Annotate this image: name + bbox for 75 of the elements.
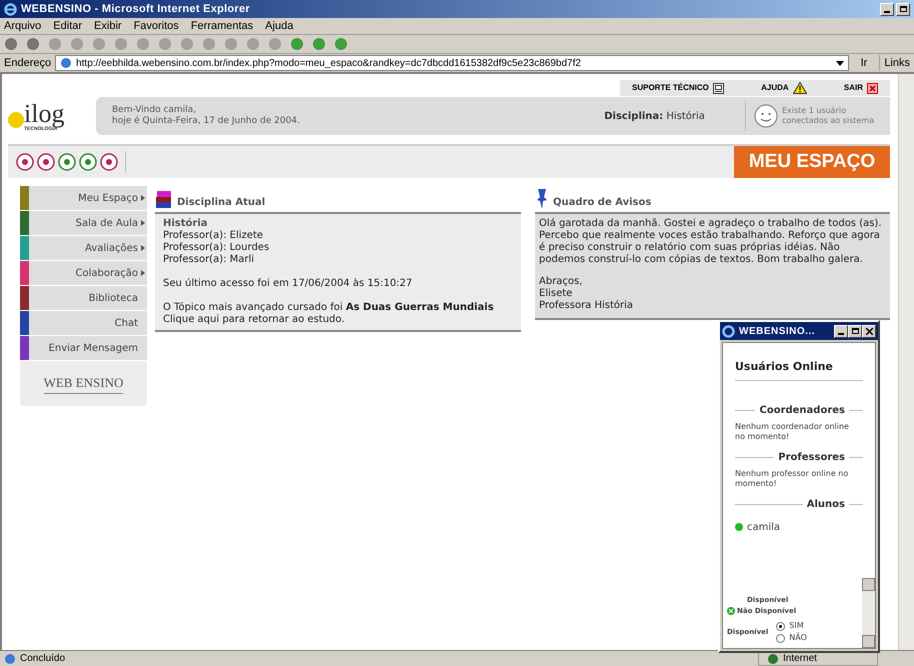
maximize-button[interactable] [896,2,910,16]
sidebar-item[interactable]: Biblioteca [20,286,147,310]
menu-item[interactable]: Ajuda [265,18,294,34]
signature-text: Abraços, [539,276,584,288]
browser-icon [722,324,735,338]
close-icon [866,328,872,334]
monitor-icon [712,82,724,94]
popup-heading: Usuários Online [735,359,863,380]
browser-icon [4,2,17,16]
maximize-button[interactable] [848,324,862,338]
subject-text: História [163,218,209,230]
radio-option[interactable]: NÃO [776,632,807,644]
sidebar-item[interactable]: Enviar Mensagem [20,336,147,360]
zone-text: Internet [783,652,817,666]
last-access-text: Seu último acesso foi em 17/06/2004 às 15:10:27 [163,278,414,290]
radio-button[interactable] [776,622,786,630]
sidebar-item[interactable]: Chat [20,311,147,335]
section-heading: Professores [778,450,845,464]
return-link[interactable]: Clique aqui para retornar ao estudo. [163,314,513,326]
menu-item[interactable]: Exibir [94,18,122,34]
radio-button[interactable] [776,634,786,642]
dropdown-arrow-icon [836,60,844,66]
unavailable-icon [727,606,735,615]
menu-item[interactable]: Ferramentas [190,18,254,34]
section-heading: Alunos [806,498,845,512]
signature-text: Professora História [539,300,634,312]
page-title: MEU ESPAÇO [748,150,876,174]
window-title: WEBENSINO - Microsoft Internet Explorer [21,2,250,17]
discipline-text: Disciplina: História [604,110,705,124]
caret-icon [141,270,145,276]
brand-logo: WEB ENSINO [44,373,124,394]
professor-text: Professor(a): Elizete [163,230,264,242]
caret-icon [141,245,145,251]
go-button[interactable]: Ir [852,54,876,72]
close-icon [867,82,878,94]
sidebar-item[interactable]: Sala de Aula [20,211,147,235]
professor-text: Professor(a): Lourdes [163,242,270,254]
radio-option[interactable]: SIM [776,620,807,632]
section-text: Nenhum coordenador online no momento! [735,422,850,442]
links-label[interactable]: Links [879,54,910,72]
minimize-button[interactable] [834,324,848,338]
caret-icon [141,220,145,226]
close-button[interactable] [862,324,876,338]
welcome-text: Bem-Vindo camila, [112,105,198,116]
menu-item[interactable]: Arquivo [4,18,42,34]
header-link[interactable]: SAIR [844,82,878,94]
menu-item[interactable]: Favoritos [134,18,179,34]
popup-title: WEBENSINO... [739,324,816,338]
address-label: Endereço [4,56,52,71]
header-link[interactable]: SUPORTE TÉCNICO [632,82,724,94]
card-title: Disciplina Atual [177,196,266,210]
address-field[interactable]: http://eebhilda.webensino.com.br/index.php?modo=meu_espaco&randkey=dc7dbcdd1615382df9c5e23c869bd7f2 [55,55,849,71]
sidebar-item[interactable]: Avaliações [20,236,147,260]
sidebar-item[interactable]: Colaboração [20,261,147,285]
date-text: hoje é Quinta-Feira, 17 de Junho de 2004. [112,116,300,127]
signature-text: Elisete [539,288,574,300]
card-title: Quadro de Avisos [553,196,652,210]
section-heading: Coordenadores [759,404,845,418]
user-name: camila [747,520,780,534]
caret-icon [141,195,145,201]
professor-text: Professor(a): Marli [163,254,256,266]
warning-icon [792,82,807,94]
header-link[interactable]: AJUDA [761,82,807,94]
menu-item[interactable]: Editar [53,18,82,34]
online-users-text: Existe 1 usuário [782,106,847,116]
smiley-icon [754,104,778,128]
online-users-text: conectados ao sistema [782,116,874,126]
section-text: Nenhum professor online no momento! [735,468,850,488]
topic-text: O Tópico mais avançado cursado foi As Duas Guerras Mundiais [163,302,495,314]
status-text: Concluído [20,652,66,666]
books-icon [155,190,173,210]
sidebar-item[interactable]: Meu Espaço [20,186,147,210]
minimize-button[interactable] [880,2,894,16]
pushpin-icon [535,188,549,210]
notice-text: Olá garotada da manhã. Gostei e agradeço o trabalho de todos (as). Percebo que realmente voces estão trabalhando. Reforço que agora é preciso construir o relatório com suas próprias idéias. Não podemos construí-lo com cópias de textos. Bom trabalho galera. [539,218,883,266]
